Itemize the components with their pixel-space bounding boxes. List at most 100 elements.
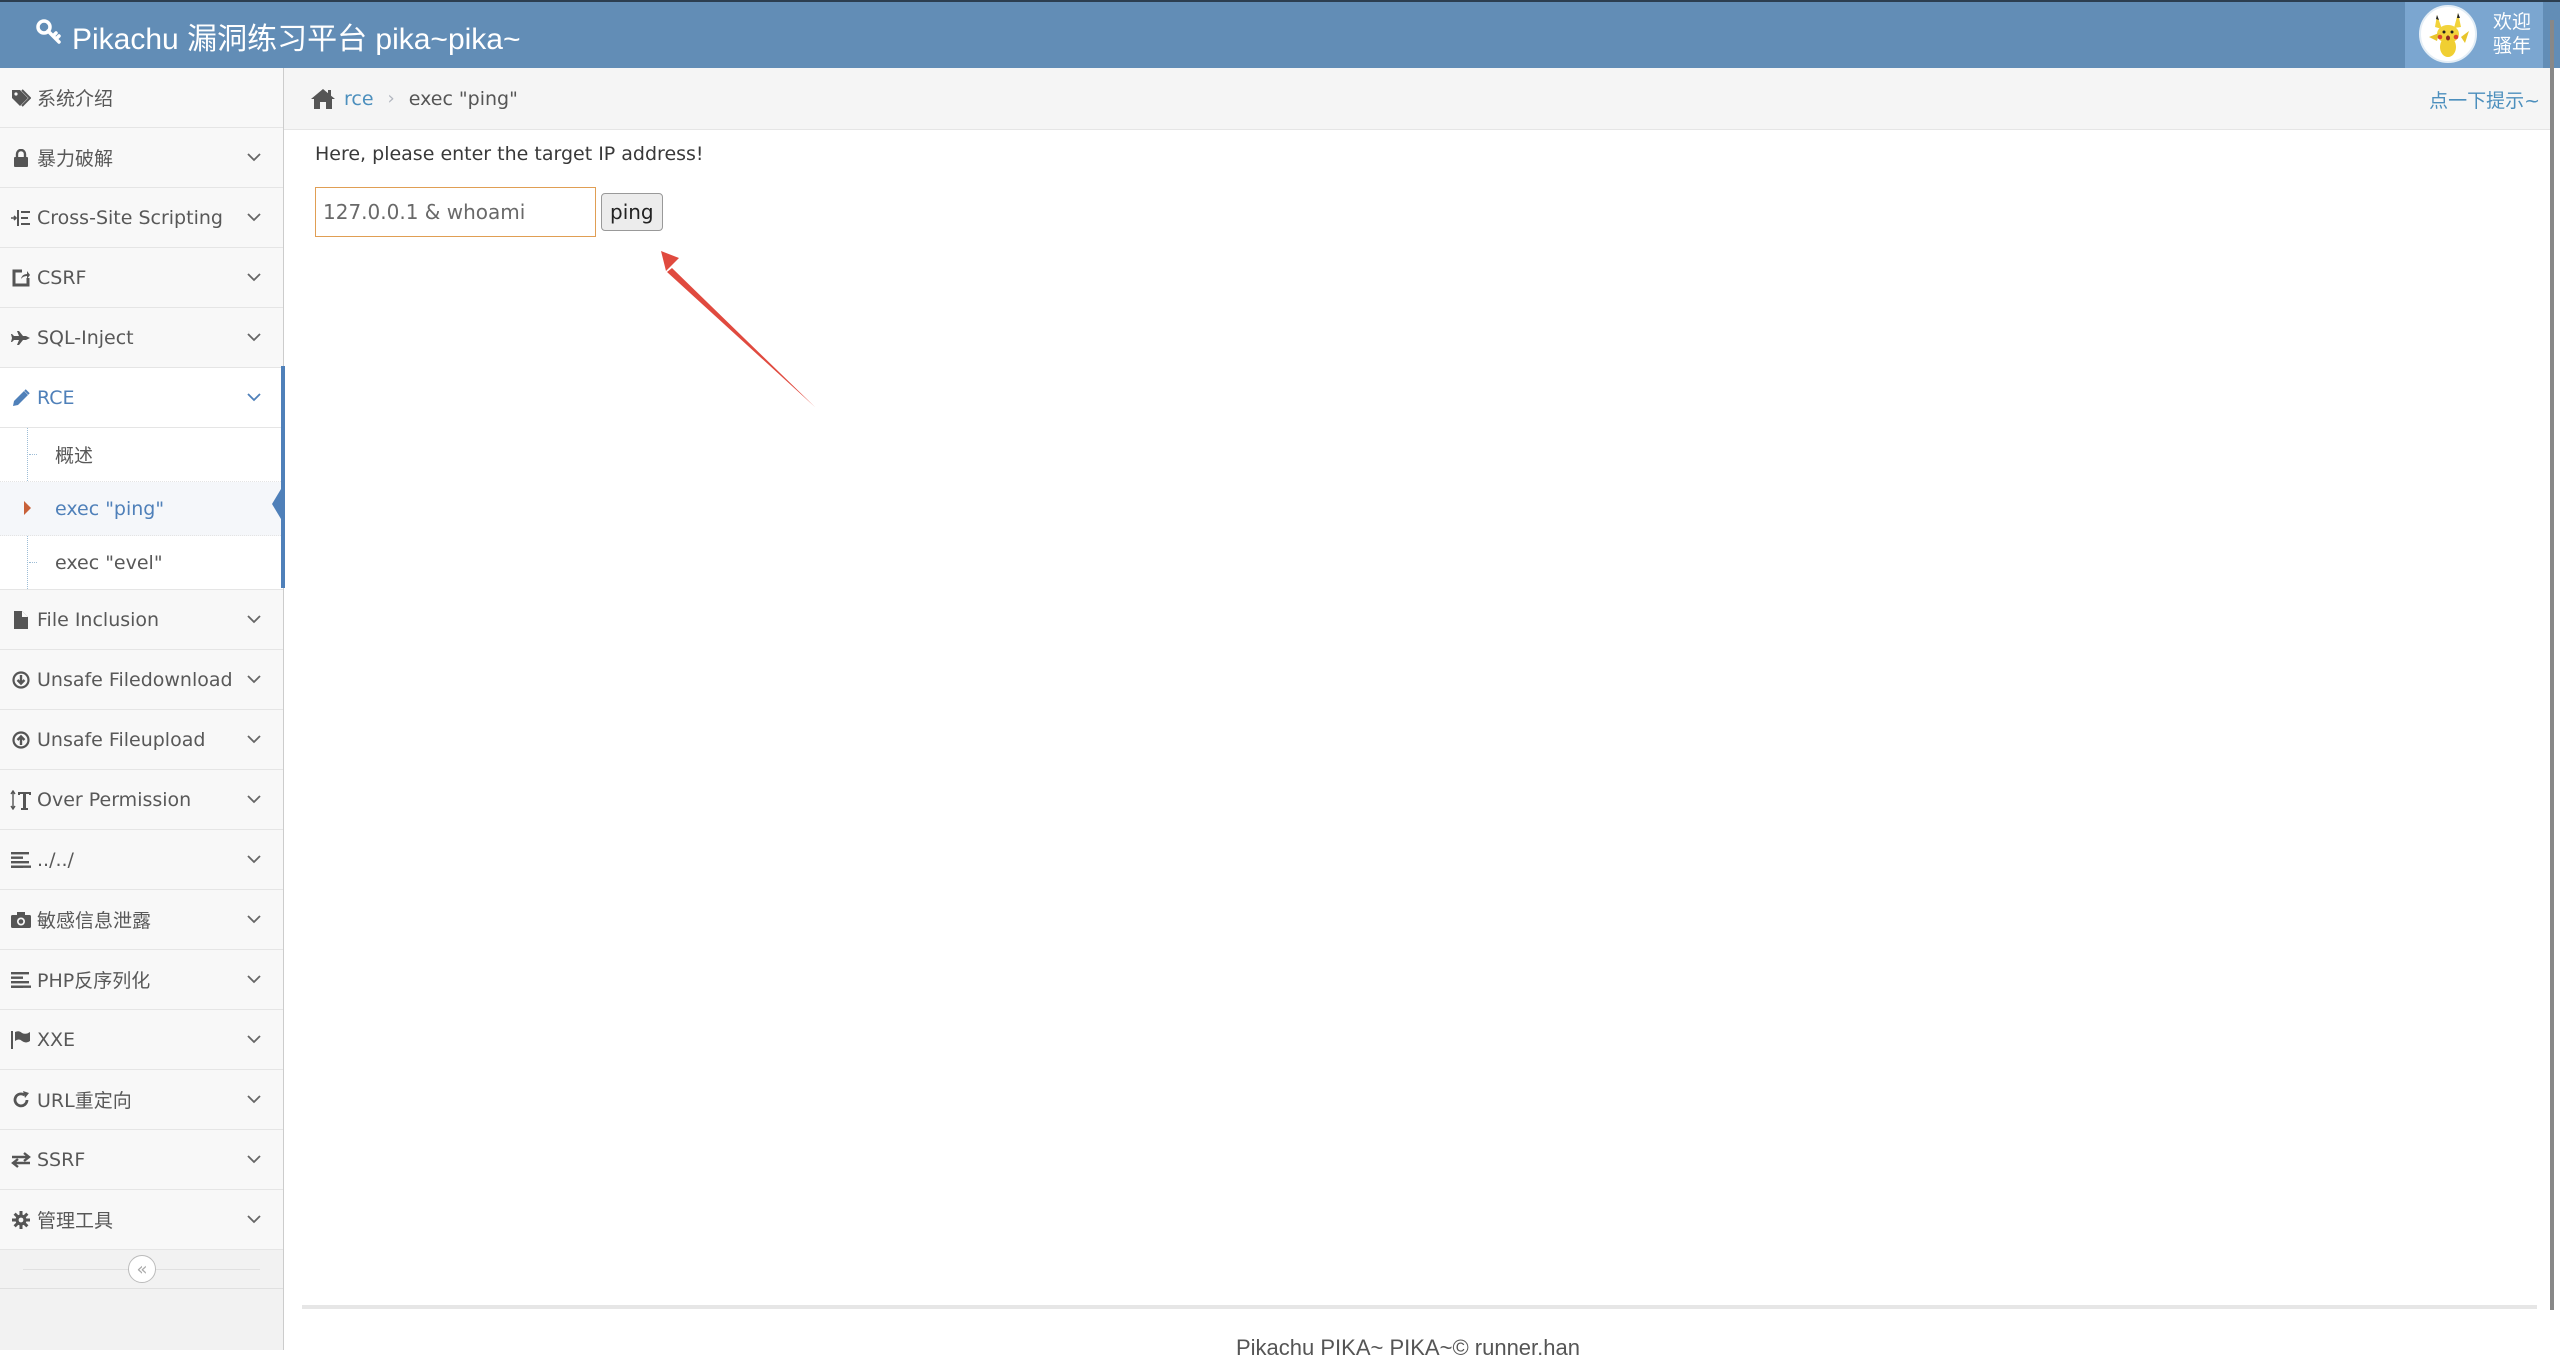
app-title: Pikachu 漏洞练习平台 pika~pika~: [72, 23, 521, 56]
submenu-item-label: 概述: [55, 445, 94, 467]
chevron-down-icon[interactable]: [243, 153, 265, 162]
active-item-notch: [272, 484, 284, 524]
submenu-item-label: exec "evel": [55, 551, 163, 574]
chevron-down-icon[interactable]: [243, 333, 265, 342]
refresh-icon: [9, 1090, 33, 1109]
active-section-indicator: [281, 366, 285, 588]
exchange-icon: [9, 1151, 33, 1168]
chevron-down-icon[interactable]: [243, 675, 265, 684]
download-circle-icon: [9, 670, 33, 689]
sidebar-item-10[interactable]: ../../: [0, 830, 283, 890]
footer-divider: [302, 1305, 2537, 1309]
hint-link[interactable]: 点一下提示~: [2429, 86, 2540, 113]
sidebar-item-11[interactable]: 敏感信息泄露: [0, 890, 283, 950]
welcome-text: 欢迎 骚年: [2493, 10, 2531, 58]
ip-address-input[interactable]: [315, 187, 596, 237]
cog-icon: [9, 1210, 33, 1229]
sidebar-collapse-button[interactable]: «: [128, 1255, 156, 1283]
chevron-down-icon[interactable]: [243, 735, 265, 744]
tag-icon: [9, 88, 33, 107]
welcome-line-1: 欢迎: [2493, 11, 2532, 33]
welcome-line-2: 骚年: [2493, 35, 2532, 57]
sidebar-item-label: Unsafe Fileupload: [37, 728, 206, 751]
sidebar-item-6[interactable]: File Inclusion: [0, 590, 283, 650]
lock-icon: [9, 148, 33, 167]
sidebar-item-label: PHP反序列化: [37, 970, 151, 992]
tree-connector: [29, 454, 37, 455]
footer-copyright: Pikachu PIKA~ PIKA~© runner.han: [1236, 1335, 1580, 1360]
share-icon: [9, 269, 33, 287]
ping-button[interactable]: ping: [601, 193, 663, 231]
brand[interactable]: Pikachu 漏洞练习平台 pika~pika~: [36, 14, 521, 58]
flag-icon: [9, 1030, 33, 1049]
sidebar-item-label: RCE: [37, 386, 75, 409]
sidebar-item-15[interactable]: SSRF: [0, 1130, 283, 1190]
chevron-down-icon[interactable]: [243, 615, 265, 624]
chevron-down-icon[interactable]: [243, 1215, 265, 1224]
chevron-down-icon[interactable]: [243, 855, 265, 864]
breadcrumb-rce-link[interactable]: rce: [344, 88, 374, 110]
upload-circle-icon: [9, 730, 33, 749]
sidebar-item-4[interactable]: SQL-Inject: [0, 308, 283, 368]
top-navbar: Pikachu 漏洞练习平台 pika~pika~ 欢迎 骚年: [0, 0, 2560, 68]
breadcrumb-separator: ›: [387, 88, 395, 109]
sidebar-item-label: Unsafe Filedownload: [37, 668, 233, 691]
chevron-down-icon[interactable]: [243, 1155, 265, 1164]
file-icon: [9, 610, 33, 629]
chevron-down-icon[interactable]: [243, 213, 265, 222]
pencil-icon: [9, 388, 33, 407]
chevron-down-icon[interactable]: [243, 975, 265, 984]
sidebar-item-label: SSRF: [37, 1148, 86, 1171]
chevron-down-icon[interactable]: [243, 393, 265, 402]
sidebar-item-5[interactable]: RCE: [0, 368, 283, 428]
sidebar-item-8[interactable]: Unsafe Fileupload: [0, 710, 283, 770]
submenu-item-2[interactable]: exec "evel": [0, 536, 283, 589]
chevron-down-icon[interactable]: [243, 795, 265, 804]
submenu-item-1[interactable]: exec "ping": [0, 482, 283, 536]
sidebar-item-1[interactable]: 暴力破解: [0, 128, 283, 188]
chevron-down-icon[interactable]: [243, 915, 265, 924]
sidebar-item-label: 敏感信息泄露: [37, 910, 152, 932]
sidebar-item-label: XXE: [37, 1028, 76, 1051]
sidebar-item-13[interactable]: XXE: [0, 1010, 283, 1070]
sidebar-item-16[interactable]: 管理工具: [0, 1190, 283, 1250]
sidebar-item-9[interactable]: Over Permission: [0, 770, 283, 830]
camera-icon: [9, 911, 33, 928]
arrow-shaft: [667, 268, 815, 407]
sidebar-item-label: ../../: [37, 848, 74, 871]
chevron-down-icon[interactable]: [243, 1095, 265, 1104]
key-icon: [36, 19, 72, 53]
sidebar: 系统介绍暴力破解 Cross-Site Scripting CSRF SQL-Inje…: [0, 68, 284, 1350]
sidebar-item-label: 系统介绍: [37, 88, 114, 110]
sidebar-item-label: 暴力破解: [37, 148, 114, 170]
sidebar-item-label: File Inclusion: [37, 608, 160, 631]
page-scrollbar[interactable]: [2550, 20, 2554, 1310]
arrow-head: [661, 251, 679, 271]
rce-submenu: 概述 exec "ping" exec "evel": [0, 428, 283, 590]
user-menu[interactable]: 欢迎 骚年: [2405, 2, 2543, 68]
sidebar-item-label: SQL-Inject: [37, 326, 134, 349]
plane-icon: [9, 330, 33, 346]
sidebar-item-3[interactable]: CSRF: [0, 248, 283, 308]
sidebar-item-label: Over Permission: [37, 788, 192, 811]
chevron-down-icon[interactable]: [243, 1035, 265, 1044]
sidebar-item-label: 管理工具: [37, 1210, 114, 1232]
sidebar-item-7[interactable]: Unsafe Filedownload: [0, 650, 283, 710]
submenu-item-label: exec "ping": [55, 497, 165, 520]
sidebar-item-2[interactable]: Cross-Site Scripting: [0, 188, 283, 248]
home-icon[interactable]: [310, 88, 336, 110]
double-chevron-left-icon: «: [136, 1258, 148, 1280]
align-left-icon: [9, 851, 33, 868]
sidebar-collapse-bar: «: [0, 1250, 283, 1289]
tree-connector: [29, 562, 37, 563]
sidebar-item-label: URL重定向: [37, 1090, 132, 1112]
text-height-icon: [9, 789, 33, 810]
sidebar-item-0[interactable]: 系统介绍: [0, 68, 283, 128]
caret-right-icon: [24, 501, 31, 515]
indent-icon: [9, 209, 33, 227]
chevron-down-icon[interactable]: [243, 273, 265, 282]
breadcrumb: rce › exec "ping" 点一下提示~: [284, 68, 2550, 130]
sidebar-item-14[interactable]: URL重定向: [0, 1070, 283, 1130]
submenu-item-0[interactable]: 概述: [0, 428, 283, 482]
sidebar-item-12[interactable]: PHP反序列化: [0, 950, 283, 1010]
